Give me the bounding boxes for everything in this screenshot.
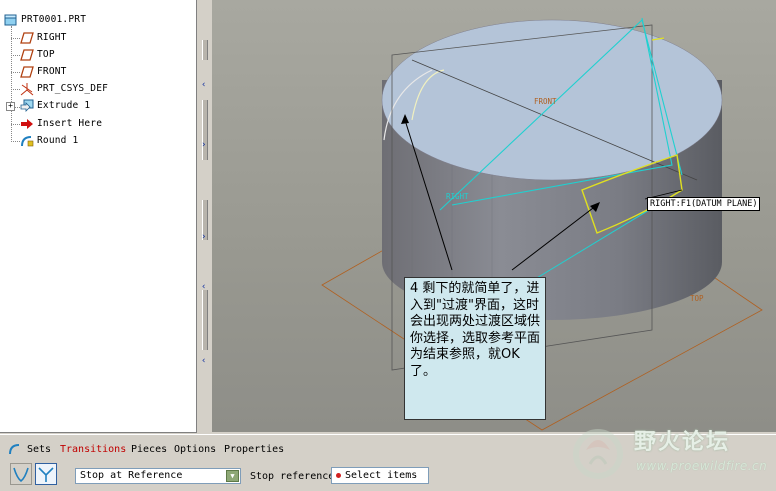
- selection-tag: RIGHT:F1(DATUM PLANE): [647, 197, 761, 211]
- tree-item-label: PRT0001.PRT: [21, 14, 87, 25]
- tree-item-extrude[interactable]: Extrude 1: [20, 98, 90, 114]
- tree-item-label: Extrude 1: [37, 100, 91, 111]
- tree-item-front[interactable]: FRONT: [20, 64, 67, 80]
- round-icon: [20, 134, 34, 148]
- tree-item-label: Round 1: [37, 135, 79, 146]
- collapse-arrow-icon[interactable]: ‹: [201, 80, 206, 90]
- tree-item-label: RIGHT: [37, 32, 67, 43]
- watermark-url: www.proewildfire.cn: [636, 459, 768, 473]
- transition-mode-icon[interactable]: [35, 463, 57, 485]
- expand-arrow-icon[interactable]: ›: [201, 140, 206, 150]
- tab-properties[interactable]: Properties: [224, 444, 284, 455]
- tree-item-top[interactable]: TOP: [20, 47, 55, 63]
- datum-plane-icon: [20, 65, 34, 79]
- expand-toggle[interactable]: +: [6, 102, 15, 111]
- insert-here-arrow-icon: [20, 117, 34, 131]
- front-datum-label: FRONT: [534, 97, 557, 106]
- tree-item-label: PRT_CSYS_DEF: [37, 83, 109, 94]
- tree-item-part[interactable]: PRT0001.PRT: [4, 12, 86, 28]
- tab-transitions[interactable]: Transitions: [60, 444, 126, 455]
- tree-item-label: TOP: [37, 49, 55, 60]
- pane-splitter[interactable]: ‹ › › ‹ ‹: [197, 0, 211, 432]
- coordinate-system-icon: [20, 82, 34, 96]
- tab-sets[interactable]: Sets: [27, 444, 51, 455]
- model-tree: PRT0001.PRT RIGHT TOP FRONT PRT_CSYS_DEF…: [0, 0, 197, 433]
- required-dot-icon: [336, 473, 341, 478]
- transition-type-value: Stop at Reference: [80, 470, 183, 481]
- watermark-title: 野火论坛: [634, 430, 731, 455]
- transition-type-select[interactable]: Stop at Reference ▼: [75, 468, 241, 484]
- datum-plane-icon: [20, 48, 34, 62]
- tree-item-round[interactable]: Round 1: [20, 133, 78, 149]
- tree-item-label: Insert Here: [37, 118, 103, 129]
- extrude-icon: [20, 99, 34, 113]
- set-mode-icon[interactable]: [10, 463, 32, 485]
- top-datum-label: TOP: [690, 294, 704, 303]
- datum-plane-icon: [20, 31, 34, 45]
- tree-item-insert-here[interactable]: Insert Here: [20, 116, 102, 132]
- collapse-arrow-icon[interactable]: ‹: [201, 356, 206, 366]
- round-feature-icon: [8, 442, 22, 456]
- collapse-arrow-icon[interactable]: ‹: [201, 282, 206, 292]
- tree-item-right[interactable]: RIGHT: [20, 30, 67, 46]
- tree-item-label: FRONT: [37, 66, 67, 77]
- tree-item-csys[interactable]: PRT_CSYS_DEF: [20, 81, 108, 97]
- part-icon: [4, 13, 18, 27]
- chevron-down-icon[interactable]: ▼: [226, 470, 239, 482]
- expand-arrow-icon[interactable]: ›: [201, 232, 206, 242]
- stop-reference-collector[interactable]: Select items: [331, 467, 429, 484]
- collector-text: Select items: [345, 470, 418, 481]
- tab-options[interactable]: Options: [174, 444, 216, 455]
- stop-reference-label: Stop reference: [250, 471, 335, 482]
- tab-pieces[interactable]: Pieces: [131, 444, 167, 455]
- right-datum-label: RIGHT: [446, 192, 469, 201]
- tutorial-callout: 4 剩下的就简单了，进入到"过渡"界面，这时会出现两处过渡区域供你选择，选取参考…: [404, 277, 546, 420]
